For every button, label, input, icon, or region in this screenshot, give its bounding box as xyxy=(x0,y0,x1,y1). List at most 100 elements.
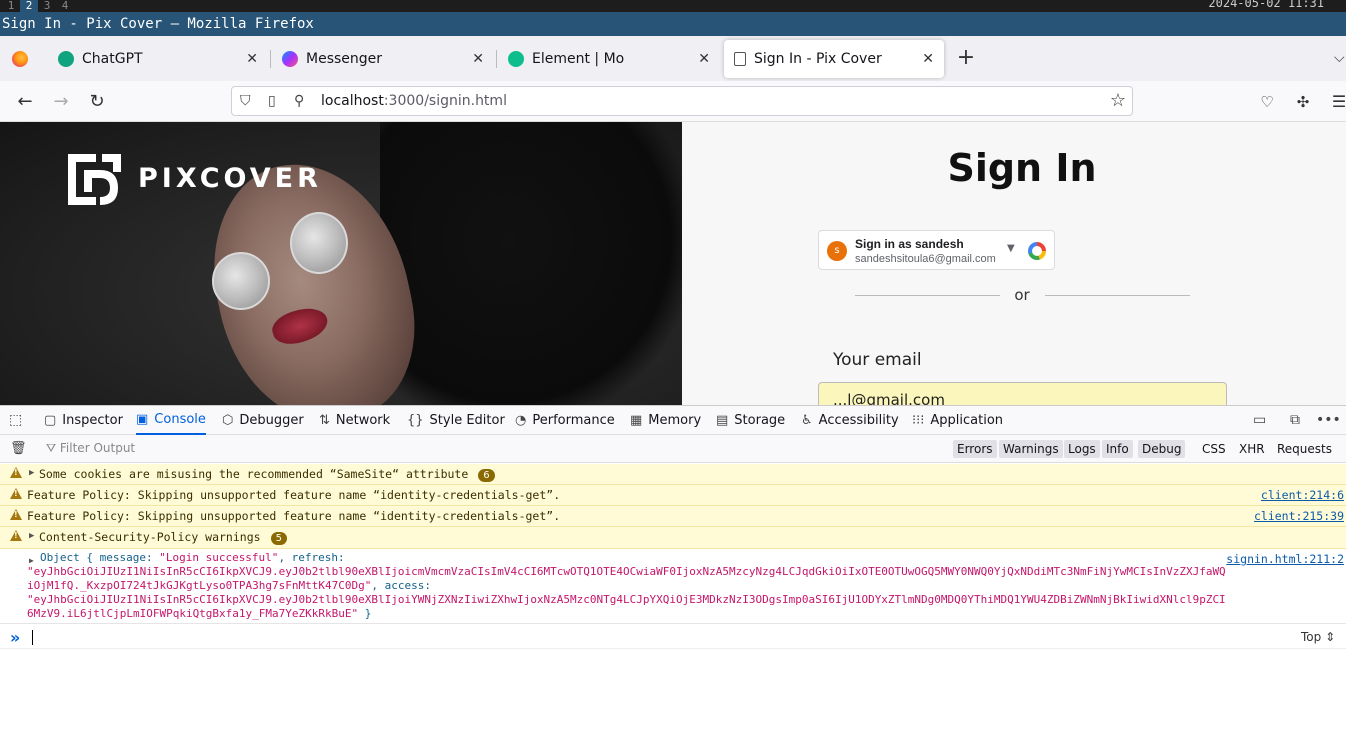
filter-input[interactable]: ⛛ Filter Output xyxy=(46,441,135,456)
reload-button[interactable]: ↻ xyxy=(86,91,108,113)
tab-label: Network xyxy=(335,413,391,428)
log-line-3: iOjM1fQ._KxzpOI724tJkGJKgtLyso0TPA3hg7sF… xyxy=(27,579,431,593)
workspace-3[interactable]: 3 xyxy=(38,0,56,12)
tab-element[interactable]: Element | Mo ✕ xyxy=(498,40,720,78)
back-button[interactable]: ← xyxy=(14,91,36,113)
google-account-email: sandeshsitoula6@gmail.com xyxy=(855,253,996,265)
responsive-design-icon[interactable]: ▭ xyxy=(1253,412,1266,428)
expand-icon[interactable]: ▶ xyxy=(29,531,34,541)
console-log-object[interactable]: ▶ Object { message: "Login successful", … xyxy=(0,549,1346,624)
forward-button[interactable]: → xyxy=(50,91,72,113)
expand-icon[interactable]: ▶ xyxy=(29,468,34,478)
log-refresh-value: "eyJhbGciOiJIUzI1NiIsInR5cCI6IkpXVCJ9.ey… xyxy=(27,565,1226,578)
memory-icon: ▦ xyxy=(630,413,643,428)
tab-debugger[interactable]: ⬡ Debugger xyxy=(222,406,304,435)
application-icon: ⁝⁝⁝ xyxy=(912,413,925,428)
permissions-icon[interactable]: ⚲ xyxy=(294,93,304,109)
filter-xhr-button[interactable]: XHR xyxy=(1235,440,1269,458)
pixcover-logo-icon xyxy=(68,154,121,205)
divider-left xyxy=(855,295,1000,296)
shield-icon[interactable]: ⛉ xyxy=(240,93,251,109)
tab-chatgpt[interactable]: ChatGPT ✕ xyxy=(48,40,268,78)
tab-style-editor[interactable]: {} Style Editor xyxy=(407,406,505,435)
element-picker-icon[interactable]: ⬚ xyxy=(9,412,22,428)
clock: 2024-05-02 11:31 xyxy=(1208,0,1324,10)
filter-info-button[interactable]: Info xyxy=(1102,440,1133,458)
tab-messenger[interactable]: Messenger ✕ xyxy=(272,40,494,78)
tab-storage[interactable]: ▤ Storage xyxy=(716,406,785,435)
url-text[interactable]: localhost:3000/signin.html xyxy=(321,93,507,109)
new-tab-button[interactable]: + xyxy=(955,46,977,72)
menu-icon[interactable]: ☰ xyxy=(1328,91,1346,113)
tab-label: Debugger xyxy=(239,413,304,428)
tab-memory[interactable]: ▦ Memory xyxy=(630,406,701,435)
message-source-link[interactable]: client:215:39 xyxy=(1254,509,1344,523)
chevron-down-icon[interactable]: ⌵ xyxy=(1334,50,1345,66)
firefox-icon[interactable] xyxy=(12,51,28,67)
extensions-icon[interactable]: ✣ xyxy=(1292,91,1314,113)
tab-console[interactable]: ▣ Console xyxy=(136,406,206,435)
divider-text: or xyxy=(1014,286,1030,304)
close-icon[interactable]: ✕ xyxy=(472,51,484,67)
performance-icon: ◔ xyxy=(515,413,527,428)
workspace-1[interactable]: 1 xyxy=(2,0,20,12)
log-access-value: "eyJhbGciOiJIUzI1NiIsInR5cCI6IkpXVCJ9.ey… xyxy=(27,593,1226,606)
dock-icon[interactable]: ⧉ xyxy=(1290,412,1300,428)
url-host: localhost xyxy=(321,93,384,109)
page-icon[interactable]: ▯ xyxy=(268,93,276,109)
star-icon[interactable]: ☆ xyxy=(1110,90,1126,111)
tab-application[interactable]: ⁝⁝⁝ Application xyxy=(912,406,1003,435)
workspace-2[interactable]: 2 xyxy=(20,0,38,12)
tab-label: Messenger xyxy=(306,51,383,67)
google-signin-button[interactable]: s Sign in as sandesh sandeshsitoula6@gma… xyxy=(818,230,1055,270)
hero-hair xyxy=(380,122,682,405)
message-source-link[interactable]: signin.html:211:2 xyxy=(1226,552,1344,566)
filter-logs-button[interactable]: Logs xyxy=(1064,440,1100,458)
console-empty-area[interactable] xyxy=(0,650,1346,731)
message-text: Some cookies are misusing the recommende… xyxy=(39,467,495,482)
chatgpt-icon xyxy=(58,51,74,67)
console-input[interactable]: » Top ⇕ xyxy=(0,625,1346,649)
url-bar[interactable]: ⛉ ▯ ⚲ localhost:3000/signin.html ☆ xyxy=(231,86,1133,116)
filter-errors-button[interactable]: Errors xyxy=(953,440,997,458)
message-count-badge: 5 xyxy=(270,532,287,545)
messenger-icon xyxy=(282,51,298,67)
console-message[interactable]: ▶ Content-Security-Policy warnings 5 xyxy=(0,527,1346,549)
filter-requests-button[interactable]: Requests xyxy=(1273,440,1336,458)
log-line-1: Object { message: "Login successful", re… xyxy=(40,551,345,565)
tab-accessibility[interactable]: ♿ Accessibility xyxy=(801,406,899,435)
filter-css-button[interactable]: CSS xyxy=(1198,440,1230,458)
filter-debug-button[interactable]: Debug xyxy=(1138,440,1186,458)
workspace-4[interactable]: 4 xyxy=(56,0,74,12)
close-icon[interactable]: ✕ xyxy=(922,51,934,67)
style-editor-icon: {} xyxy=(407,413,424,428)
message-source-link[interactable]: client:214:6 xyxy=(1261,488,1344,502)
log-line-5: 6MzV9.iL6jtlCjpLmIOFWPqkiQtgBxfa1y_FMa7Y… xyxy=(27,607,371,621)
console-message[interactable]: Feature Policy: Skipping unsupported fea… xyxy=(0,485,1346,506)
log-object-prefix: Object { message: xyxy=(40,551,160,564)
context-selector[interactable]: Top ⇕ xyxy=(1301,630,1335,644)
tab-signin[interactable]: Sign In - Pix Cover ✕ xyxy=(724,40,944,78)
close-icon[interactable]: ✕ xyxy=(698,51,710,67)
tab-network[interactable]: ⇅ Network xyxy=(319,406,390,435)
chevron-down-icon[interactable]: ▼ xyxy=(1007,243,1015,254)
console-message[interactable]: ▶ Some cookies are misusing the recommen… xyxy=(0,464,1346,485)
more-options-icon[interactable]: ••• xyxy=(1316,412,1341,428)
message-body: Content-Security-Policy warnings xyxy=(39,530,261,544)
warning-icon xyxy=(10,530,22,541)
tab-label: Accessibility xyxy=(818,413,899,428)
devtools-toolbar: ⬚ ▢ Inspector ▣ Console ⬡ Debugger ⇅ Network… xyxy=(0,405,1346,435)
tab-separator xyxy=(270,50,271,68)
warning-icon xyxy=(10,509,22,520)
tab-performance[interactable]: ◔ Performance xyxy=(515,406,615,435)
log-object-suffix: } xyxy=(358,607,372,620)
close-icon[interactable]: ✕ xyxy=(246,51,258,67)
console-message[interactable]: Feature Policy: Skipping unsupported fea… xyxy=(0,506,1346,527)
email-field[interactable]: ...l@gmail.com xyxy=(818,382,1227,405)
filter-warnings-button[interactable]: Warnings xyxy=(999,440,1063,458)
debugger-icon: ⬡ xyxy=(222,413,234,428)
pocket-icon[interactable]: ♡ xyxy=(1256,91,1278,113)
message-body: Some cookies are misusing the recommende… xyxy=(39,467,469,481)
trash-icon[interactable]: 🗑 xyxy=(10,441,27,456)
tab-inspector[interactable]: ▢ Inspector xyxy=(44,406,123,435)
